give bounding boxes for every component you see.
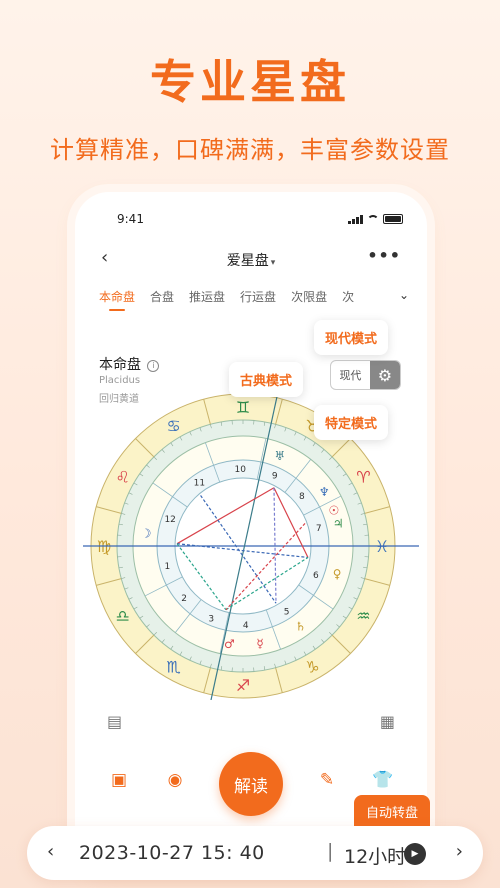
tab-transit[interactable]: 行运盘 — [240, 288, 276, 318]
chevron-down-icon[interactable]: ⌄ — [394, 288, 409, 302]
planet-glyph: ♆ — [319, 485, 330, 499]
decode-button[interactable]: 解读 — [219, 752, 283, 816]
caret-down-icon: ▾ — [270, 258, 276, 268]
planet-glyph: ♄ — [295, 619, 306, 633]
wifi-icon — [367, 214, 379, 224]
tab-natal[interactable]: 本命盘 — [99, 288, 135, 318]
status-bar: 9:41 — [105, 212, 405, 228]
house-system-label: Placidus — [99, 375, 141, 386]
datetime-display[interactable]: 2023-10-27 15: 40 — [79, 842, 265, 864]
next-icon[interactable]: › — [456, 841, 463, 862]
planet-glyph: ☿ — [256, 637, 263, 651]
chart-title-text: 本命盘 — [99, 357, 141, 373]
battery-icon — [383, 214, 403, 224]
planet-glyph: ♅ — [274, 449, 285, 463]
step-display[interactable]: 12小时 — [344, 842, 406, 869]
divider: | — [327, 840, 334, 862]
special-mode-option[interactable]: 特定模式 — [314, 405, 389, 440]
planet-glyph: ☉ — [328, 503, 339, 517]
tab-overflow[interactable]: 次 — [342, 288, 354, 318]
zodiac-sign-glyph: ♎ — [115, 607, 129, 626]
planet-glyph: ♃ — [333, 516, 344, 530]
zodiac-sign-glyph: ♑ — [305, 657, 319, 676]
mode-label: 现代 — [339, 369, 362, 382]
eye-icon[interactable]: ◉ — [163, 770, 187, 794]
house-number: 12 — [164, 515, 175, 525]
chart-type-tabs: 本命盘 合盘 推运盘 行运盘 次限盘 次 ⌄ — [99, 288, 409, 318]
promo-subline: 计算精准，口碑满满，丰富参数设置 — [50, 136, 450, 164]
zodiac-sign-glyph: ♌ — [115, 468, 129, 487]
house-number: 11 — [194, 478, 205, 488]
zodiac-sign-glyph: ♊ — [236, 398, 250, 417]
tab-secondary[interactable]: 次限盘 — [291, 288, 327, 318]
classic-mode-option[interactable]: 古典模式 — [229, 362, 304, 397]
house-number: 3 — [208, 614, 214, 624]
house-number: 4 — [243, 621, 249, 631]
chart-title: 本命盘 i — [99, 354, 160, 374]
zodiac-sign-glyph: ♐ — [236, 676, 250, 695]
house-number: 6 — [313, 571, 319, 581]
tab-progression[interactable]: 推运盘 — [189, 288, 225, 318]
planet-glyph: ♀ — [333, 567, 342, 581]
house-number: 5 — [284, 608, 290, 618]
app-title-text: 爱星盘 — [226, 253, 269, 269]
calendar-icon[interactable]: ▤ — [107, 712, 122, 731]
grid-icon[interactable]: ▦ — [380, 712, 395, 731]
modern-mode-option[interactable]: 现代模式 — [314, 320, 389, 355]
planet-glyph: ♂ — [224, 637, 235, 651]
house-number: 9 — [272, 472, 278, 482]
play-icon[interactable]: ▶ — [404, 843, 426, 865]
phone-frame: 9:41 ‹ 爱星盘 ▾ ••• 本命盘 合盘 推运盘 行运盘 次限盘 次 ⌄ 本… — [75, 192, 427, 872]
auto-rotate-button[interactable]: 自动转盘 — [354, 795, 431, 827]
mode-selector[interactable]: 现代 ⚙ — [330, 360, 401, 390]
zodiac-sign-glyph: ♒ — [356, 607, 370, 626]
pencil-icon[interactable]: ✎ — [315, 770, 339, 794]
zodiac-sign-glyph: ♏ — [166, 657, 180, 676]
save-icon[interactable]: ▣ — [107, 770, 131, 794]
house-number: 8 — [299, 492, 305, 502]
house-number: 7 — [316, 524, 322, 534]
house-number: 1 — [164, 562, 170, 572]
zodiac-sign-glyph: ♋ — [166, 417, 180, 436]
shirt-icon[interactable]: 👕 — [371, 770, 395, 794]
house-number: 10 — [235, 465, 247, 475]
zodiac-sign-glyph: ♈ — [356, 468, 370, 487]
promo-headline: 专业星盘 — [150, 55, 350, 109]
chart-aux-icons: ▤ ▦ — [75, 712, 427, 742]
tab-synastry[interactable]: 合盘 — [150, 288, 174, 318]
planet-glyph: ☽ — [141, 526, 152, 540]
signal-icon — [348, 214, 363, 224]
info-icon[interactable]: i — [147, 360, 160, 372]
more-button[interactable]: ••• — [367, 246, 401, 265]
status-time: 9:41 — [117, 212, 144, 226]
nav-bar: ‹ 爱星盘 ▾ ••• — [75, 244, 427, 274]
time-control-bar: ‹ 2023-10-27 15: 40 | 12小时 ▶ › — [27, 826, 483, 880]
house-number: 2 — [181, 594, 187, 604]
gear-icon[interactable]: ⚙ — [369, 361, 400, 389]
prev-icon[interactable]: ‹ — [47, 841, 54, 862]
